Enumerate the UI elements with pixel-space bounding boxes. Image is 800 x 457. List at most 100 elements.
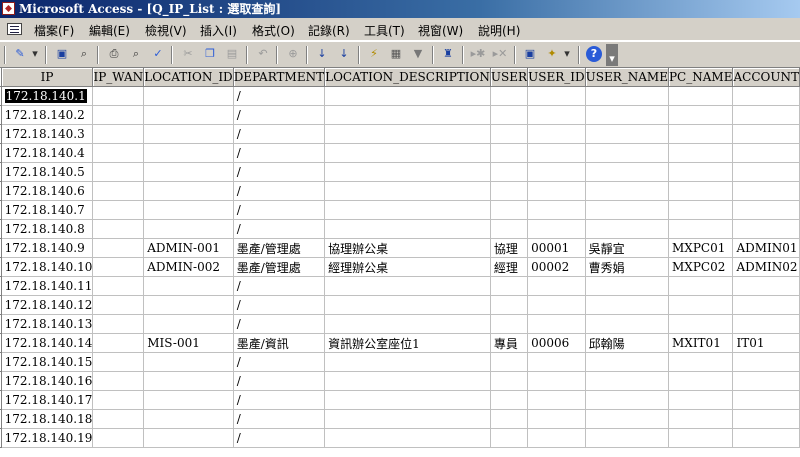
cell-ip-wan[interactable]: [92, 352, 145, 372]
cell-ip[interactable]: 172.18.140.3: [1, 124, 94, 144]
cell-account[interactable]: [732, 314, 800, 334]
cell-ip-wan[interactable]: [92, 143, 145, 163]
column-header-user-id[interactable]: USER_ID: [527, 68, 586, 87]
cell-account[interactable]: [732, 181, 800, 201]
record-selector[interactable]: [0, 314, 2, 334]
cell-user-name[interactable]: [585, 390, 669, 410]
cell-pc-name[interactable]: [668, 219, 734, 239]
spelling-icon[interactable]: ✓: [150, 46, 166, 62]
cell-location-id[interactable]: [143, 181, 234, 201]
record-selector[interactable]: [0, 428, 2, 448]
cell-department[interactable]: /: [233, 200, 326, 220]
cell-location-id[interactable]: [143, 162, 234, 182]
dropdown-arrow-icon[interactable]: ▾: [30, 46, 40, 62]
record-selector[interactable]: [0, 105, 2, 125]
cell-pc-name[interactable]: [668, 428, 734, 448]
cell-ip-wan[interactable]: [92, 200, 145, 220]
cell-department[interactable]: /: [233, 86, 326, 106]
cell-location-description[interactable]: [324, 276, 491, 296]
help-icon[interactable]: ?: [586, 46, 602, 62]
cell-department[interactable]: 墨產/管理處: [233, 238, 326, 258]
cell-pc-name[interactable]: MXPC02: [668, 257, 734, 277]
cell-ip-wan[interactable]: [92, 428, 145, 448]
record-selector[interactable]: [0, 162, 2, 182]
cell-location-description[interactable]: [324, 86, 491, 106]
cell-location-id[interactable]: ADMIN-002: [143, 257, 234, 277]
cell-location-description[interactable]: 資訊辦公室座位1: [324, 333, 491, 353]
menu-edit[interactable]: 編輯(E): [89, 22, 130, 39]
menu-tools[interactable]: 工具(T): [364, 22, 405, 39]
new-record-icon[interactable]: ▸✱: [470, 46, 486, 62]
cell-pc-name[interactable]: [668, 105, 734, 125]
cell-account[interactable]: [732, 295, 800, 315]
cell-pc-name[interactable]: [668, 371, 734, 391]
paste-icon[interactable]: ▤: [224, 46, 240, 62]
cell-location-description[interactable]: [324, 219, 491, 239]
cell-location-id[interactable]: [143, 124, 234, 144]
cell-user[interactable]: [490, 295, 529, 315]
cell-user-name[interactable]: [585, 409, 669, 429]
cell-location-id[interactable]: [143, 428, 234, 448]
cell-user[interactable]: [490, 428, 529, 448]
cell-department[interactable]: /: [233, 162, 326, 182]
cell-location-id[interactable]: [143, 295, 234, 315]
cell-ip[interactable]: 172.18.140.2: [1, 105, 94, 125]
cell-user[interactable]: [490, 105, 529, 125]
cell-account[interactable]: [732, 371, 800, 391]
cell-location-description[interactable]: [324, 181, 491, 201]
cell-account[interactable]: [732, 124, 800, 144]
cell-user-name[interactable]: [585, 124, 669, 144]
cell-user[interactable]: [490, 143, 529, 163]
cell-location-description[interactable]: [324, 428, 491, 448]
cell-location-id[interactable]: [143, 143, 234, 163]
cell-ip[interactable]: 172.18.140.10: [1, 257, 94, 277]
column-header-department[interactable]: DEPARTMENT: [233, 68, 326, 87]
cell-user[interactable]: 專員: [490, 333, 529, 353]
cell-pc-name[interactable]: [668, 276, 734, 296]
cell-account[interactable]: [732, 162, 800, 182]
cell-user[interactable]: [490, 276, 529, 296]
delete-record-icon[interactable]: ▸✕: [492, 46, 508, 62]
cell-pc-name[interactable]: MXPC01: [668, 238, 734, 258]
cell-location-description[interactable]: [324, 162, 491, 182]
cell-account[interactable]: [732, 105, 800, 125]
record-selector[interactable]: [0, 371, 2, 391]
new-object-dropdown-icon[interactable]: ▾: [562, 46, 572, 62]
record-selector[interactable]: [0, 333, 2, 353]
cell-user-id[interactable]: 00006: [527, 333, 586, 353]
cell-department[interactable]: /: [233, 276, 326, 296]
cell-user-name[interactable]: [585, 181, 669, 201]
column-header-user[interactable]: USER: [490, 68, 529, 87]
hyperlink-icon[interactable]: ⊕: [285, 46, 301, 62]
cell-user[interactable]: [490, 314, 529, 334]
find-icon[interactable]: ♜: [440, 46, 456, 62]
cell-location-id[interactable]: ADMIN-001: [143, 238, 234, 258]
record-selector[interactable]: [0, 238, 2, 258]
cell-location-description[interactable]: [324, 352, 491, 372]
cell-user-id[interactable]: [527, 409, 586, 429]
cell-user-name[interactable]: [585, 200, 669, 220]
cell-location-description[interactable]: 經理辦公桌: [324, 257, 491, 277]
cell-pc-name[interactable]: MXIT01: [668, 333, 734, 353]
cell-user-id[interactable]: [527, 428, 586, 448]
filter-by-selection-icon[interactable]: ⚡: [366, 46, 382, 62]
cell-department[interactable]: /: [233, 105, 326, 125]
cell-user-name[interactable]: 邱翰陽: [585, 333, 669, 353]
cell-location-id[interactable]: MIS-001: [143, 333, 234, 353]
column-header-pc-name[interactable]: PC_NAME: [668, 68, 734, 87]
cell-ip[interactable]: 172.18.140.13: [1, 314, 94, 334]
column-header-user-name[interactable]: USER_NAME: [585, 68, 669, 87]
copy-icon[interactable]: ❐: [202, 46, 218, 62]
cell-location-id[interactable]: [143, 352, 234, 372]
column-header-location-id[interactable]: LOCATION_ID: [143, 68, 234, 87]
cell-department[interactable]: 墨產/管理處: [233, 257, 326, 277]
cell-account[interactable]: [732, 428, 800, 448]
cell-account[interactable]: [732, 143, 800, 163]
cell-department[interactable]: /: [233, 143, 326, 163]
cell-ip[interactable]: 172.18.140.5: [1, 162, 94, 182]
cell-user-name[interactable]: [585, 371, 669, 391]
cut-icon[interactable]: ✂: [180, 46, 196, 62]
cell-user-id[interactable]: [527, 200, 586, 220]
cell-ip[interactable]: 172.18.140.16: [1, 371, 94, 391]
cell-location-id[interactable]: [143, 219, 234, 239]
